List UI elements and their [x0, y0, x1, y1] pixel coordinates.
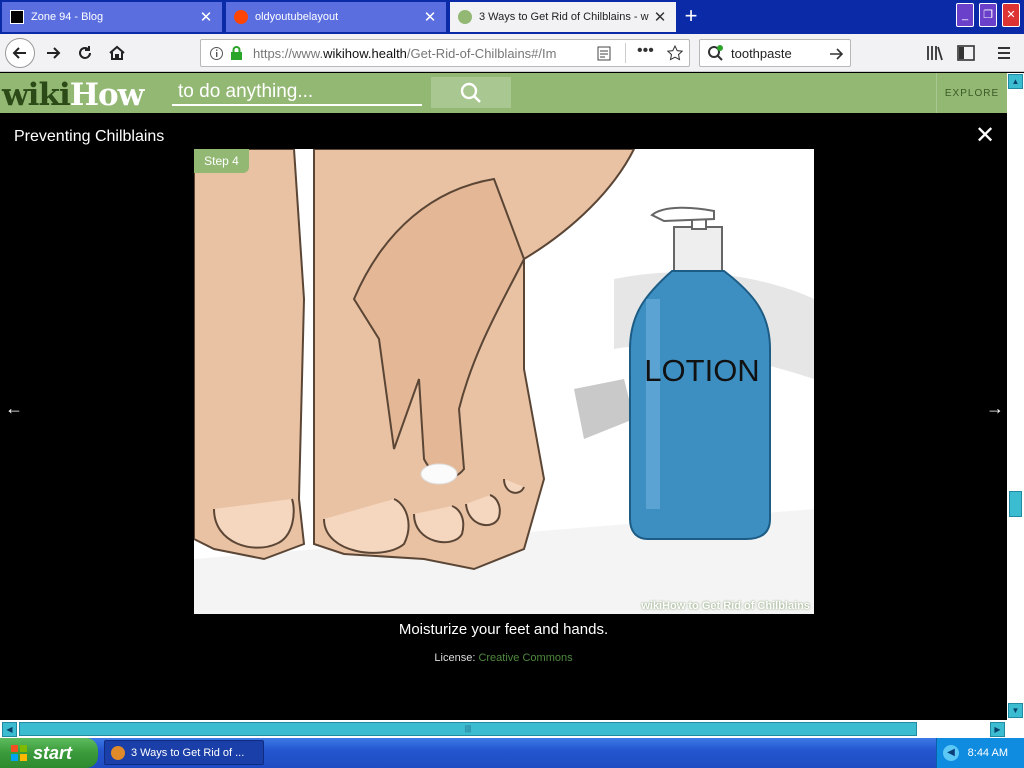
step-image: LOTION Step 4 wikiHow to Get Rid of Chil…	[194, 149, 814, 614]
minimize-button[interactable]: _	[956, 3, 974, 27]
forward-button[interactable]	[38, 38, 68, 68]
back-button[interactable]	[5, 38, 35, 68]
image-lightbox: Preventing Chilblains ✕ ← → LOTION Step …	[0, 113, 1007, 720]
logo-wiki: wiki	[2, 77, 71, 113]
previous-image-arrow[interactable]: ←	[5, 398, 23, 419]
search-go-icon[interactable]	[828, 46, 844, 62]
windows-logo-icon	[11, 745, 27, 761]
url-host: wikihow.health	[323, 45, 407, 61]
close-tab-icon[interactable]: ✕	[422, 8, 438, 26]
start-label: start	[33, 742, 73, 763]
terminal-icon	[10, 10, 24, 24]
browser-icon	[111, 745, 125, 760]
scroll-down-arrow[interactable]: ▼	[1008, 703, 1023, 718]
step-caption: Moisturize your feet and hands.	[398, 621, 609, 638]
license-line: License: Creative Commons	[0, 652, 1007, 664]
watermark: wikiHow to Get Rid of Chilblains	[641, 600, 810, 612]
license-label: License:	[434, 652, 476, 664]
search-bar[interactable]: toothpaste	[699, 39, 851, 67]
wikihow-logo[interactable]: wikiHow	[2, 77, 145, 113]
tab-chilblains[interactable]: 3 Ways to Get Rid of Chilblains - w ✕	[450, 2, 676, 32]
menu-icon[interactable]	[996, 45, 1012, 61]
taskbar: start 3 Ways to Get Rid of ... ◀ 8:44 AM	[0, 738, 1024, 768]
horizontal-scrollbar[interactable]: ◀ ||| ▶	[0, 720, 1024, 738]
vertical-scrollbar[interactable]: ▲ ▼	[1007, 73, 1024, 720]
tray-expand-icon[interactable]: ◀	[943, 745, 959, 761]
restore-button[interactable]: ❐	[979, 3, 997, 27]
url-path: /Get-Rid-of-Chilblains#/Im	[406, 45, 557, 61]
close-window-button[interactable]: ✕	[1002, 3, 1020, 27]
url-text[interactable]: https://www.wikihow.health/Get-Rid-of-Ch…	[253, 46, 583, 61]
reader-view-icon[interactable]	[597, 46, 611, 61]
reload-icon	[79, 46, 91, 59]
library-icon[interactable]	[926, 45, 944, 61]
next-image-arrow[interactable]: →	[986, 398, 1004, 419]
new-tab-button[interactable]: +	[680, 4, 702, 28]
taskbar-item-label: 3 Ways to Get Rid of ...	[131, 746, 245, 759]
tab-title: oldyoutubelayout	[255, 11, 339, 23]
close-lightbox-button[interactable]: ✕	[974, 124, 996, 148]
logo-how: How	[69, 77, 145, 113]
scroll-right-arrow[interactable]: ▶	[990, 722, 1005, 737]
tab-strip: Zone 94 - Blog ✕ oldyoutubelayout ✕ 3 Wa…	[0, 0, 1024, 34]
tab-zone94[interactable]: Zone 94 - Blog ✕	[2, 2, 222, 32]
scroll-left-arrow[interactable]: ◀	[2, 722, 17, 737]
divider	[625, 43, 626, 63]
bookmark-star-icon[interactable]	[667, 45, 683, 61]
license-link[interactable]: Creative Commons	[478, 652, 572, 664]
home-button[interactable]	[102, 38, 132, 68]
navigation-toolbar: https://www.wikihow.health/Get-Rid-of-Ch…	[0, 34, 1024, 72]
lotion-label: LOTION	[644, 353, 759, 388]
url-prefix: https://www.	[253, 45, 324, 61]
page-actions-icon[interactable]: •••	[637, 42, 654, 60]
tab-title: Zone 94 - Blog	[31, 11, 104, 23]
taskbar-item-browser[interactable]: 3 Ways to Get Rid of ...	[104, 740, 264, 765]
lock-icon	[231, 46, 242, 60]
wikihow-header: wikiHow to do anything... EXPLORE	[0, 73, 1007, 113]
reload-button[interactable]	[70, 38, 100, 68]
home-icon	[109, 45, 125, 60]
info-icon[interactable]	[209, 46, 224, 61]
scroll-up-arrow[interactable]: ▲	[1008, 74, 1023, 89]
site-search-input[interactable]: to do anything...	[172, 78, 422, 106]
search-icon	[460, 82, 481, 103]
feet-lotion-illustration: LOTION	[194, 149, 814, 614]
clock: 8:44 AM	[967, 747, 1008, 759]
wikihow-icon	[458, 10, 472, 24]
close-tab-icon[interactable]: ✕	[198, 8, 214, 26]
search-input[interactable]: toothpaste	[731, 46, 792, 61]
lightbox-title: Preventing Chilblains	[14, 128, 165, 145]
close-tab-icon[interactable]: ✕	[652, 8, 668, 26]
site-search-button[interactable]	[431, 77, 511, 108]
step-badge: Step 4	[194, 149, 249, 173]
tab-oldyoutubelayout[interactable]: oldyoutubelayout ✕	[226, 2, 446, 32]
forward-arrow-icon	[47, 47, 61, 59]
reddit-icon	[234, 10, 248, 24]
vertical-scroll-thumb[interactable]	[1009, 491, 1022, 517]
search-engine-icon	[708, 45, 723, 61]
start-button[interactable]: start	[0, 738, 98, 768]
explore-button[interactable]: EXPLORE	[936, 73, 1007, 113]
system-tray: ◀ 8:44 AM	[936, 738, 1024, 768]
sidebar-icon[interactable]	[957, 45, 975, 61]
back-arrow-icon	[12, 47, 26, 59]
tab-title: 3 Ways to Get Rid of Chilblains - w	[479, 11, 649, 23]
address-bar[interactable]: https://www.wikihow.health/Get-Rid-of-Ch…	[200, 39, 690, 67]
horizontal-scroll-thumb[interactable]: |||	[19, 722, 917, 736]
